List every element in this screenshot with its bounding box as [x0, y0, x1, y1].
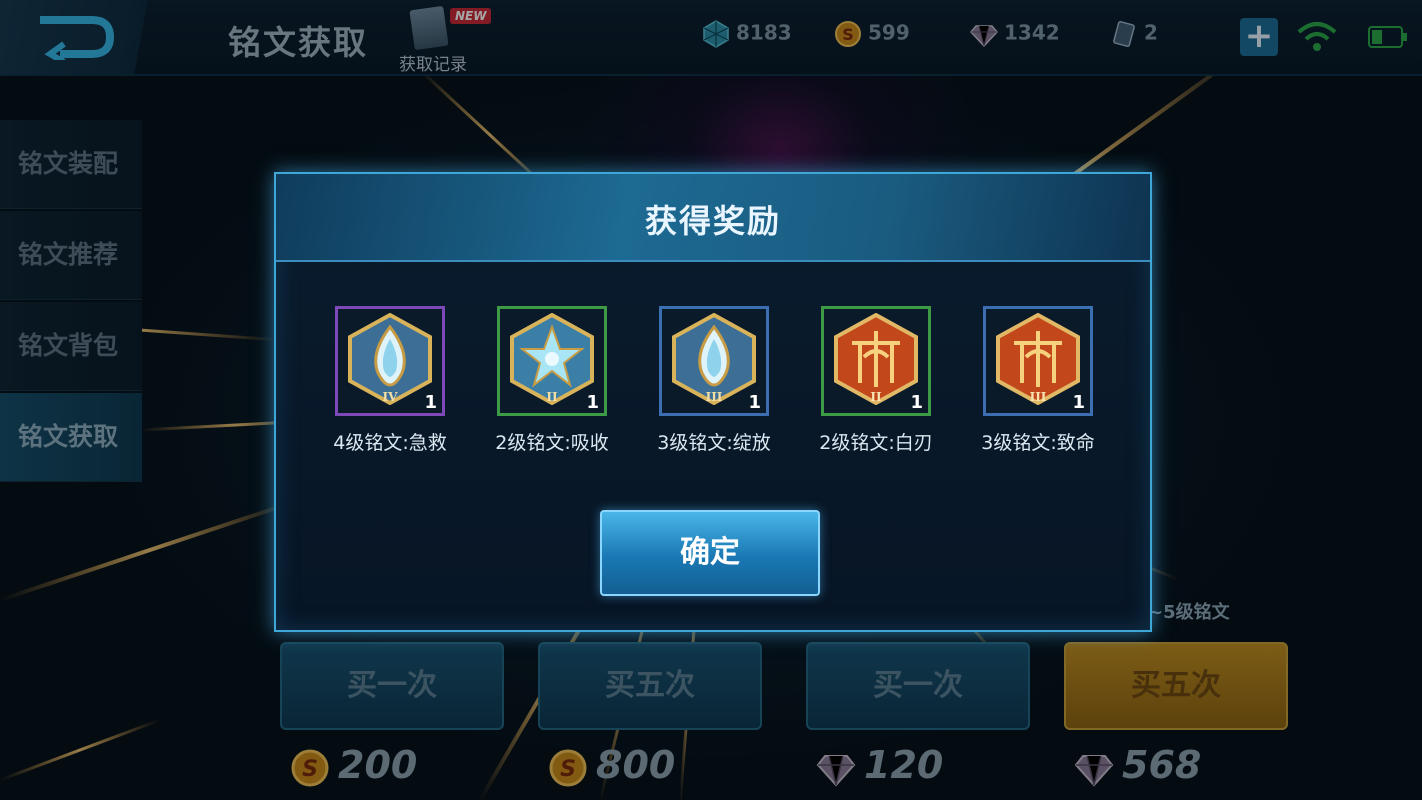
star-rune-icon: II: [510, 313, 594, 405]
reward-name: 4级铭文:急救: [333, 432, 447, 454]
reward-item[interactable]: III 1 3级铭文:绽放: [639, 306, 789, 455]
reward-modal: 获得奖励 IV 1 4级铭文:急救 II 1 2级铭文:吸收 III 1 3级铭…: [274, 172, 1152, 632]
reward-count: 1: [748, 392, 761, 413]
reward-count: 1: [910, 392, 923, 413]
reward-count: 1: [424, 392, 437, 413]
teardrop-rune-icon: III: [672, 313, 756, 405]
reward-name: 2级铭文:吸收: [495, 432, 609, 454]
reward-name: 3级铭文:绽放: [657, 432, 771, 454]
modal-title: 获得奖励: [644, 202, 781, 240]
modal-header: 获得奖励: [276, 174, 1150, 262]
reward-item[interactable]: II 1 2级铭文:白刃: [801, 306, 951, 455]
reward-count: 1: [586, 392, 599, 413]
reward-name: 2级铭文:白刃: [819, 432, 933, 454]
pillar-rune-icon: III: [996, 313, 1080, 405]
reward-count: 1: [1072, 392, 1085, 413]
teardrop-rune-icon: IV: [348, 313, 432, 405]
reward-tile: III 1: [659, 306, 769, 416]
svg-text:III: III: [706, 390, 723, 404]
reward-tile: II 1: [497, 306, 607, 416]
reward-item[interactable]: II 1 2级铭文:吸收: [477, 306, 627, 455]
svg-text:II: II: [870, 390, 882, 404]
reward-tile: IV 1: [335, 306, 445, 416]
reward-tile: III 1: [983, 306, 1093, 416]
svg-text:IV: IV: [383, 390, 399, 404]
reward-item[interactable]: IV 1 4级铭文:急救: [315, 306, 465, 455]
pillar-rune-icon: II: [834, 313, 918, 405]
reward-name: 3级铭文:致命: [981, 432, 1095, 454]
svg-text:II: II: [546, 390, 558, 404]
reward-item[interactable]: III 1 3级铭文:致命: [963, 306, 1113, 455]
confirm-button[interactable]: 确定: [600, 510, 820, 596]
svg-text:III: III: [1030, 390, 1047, 404]
reward-tile: II 1: [821, 306, 931, 416]
